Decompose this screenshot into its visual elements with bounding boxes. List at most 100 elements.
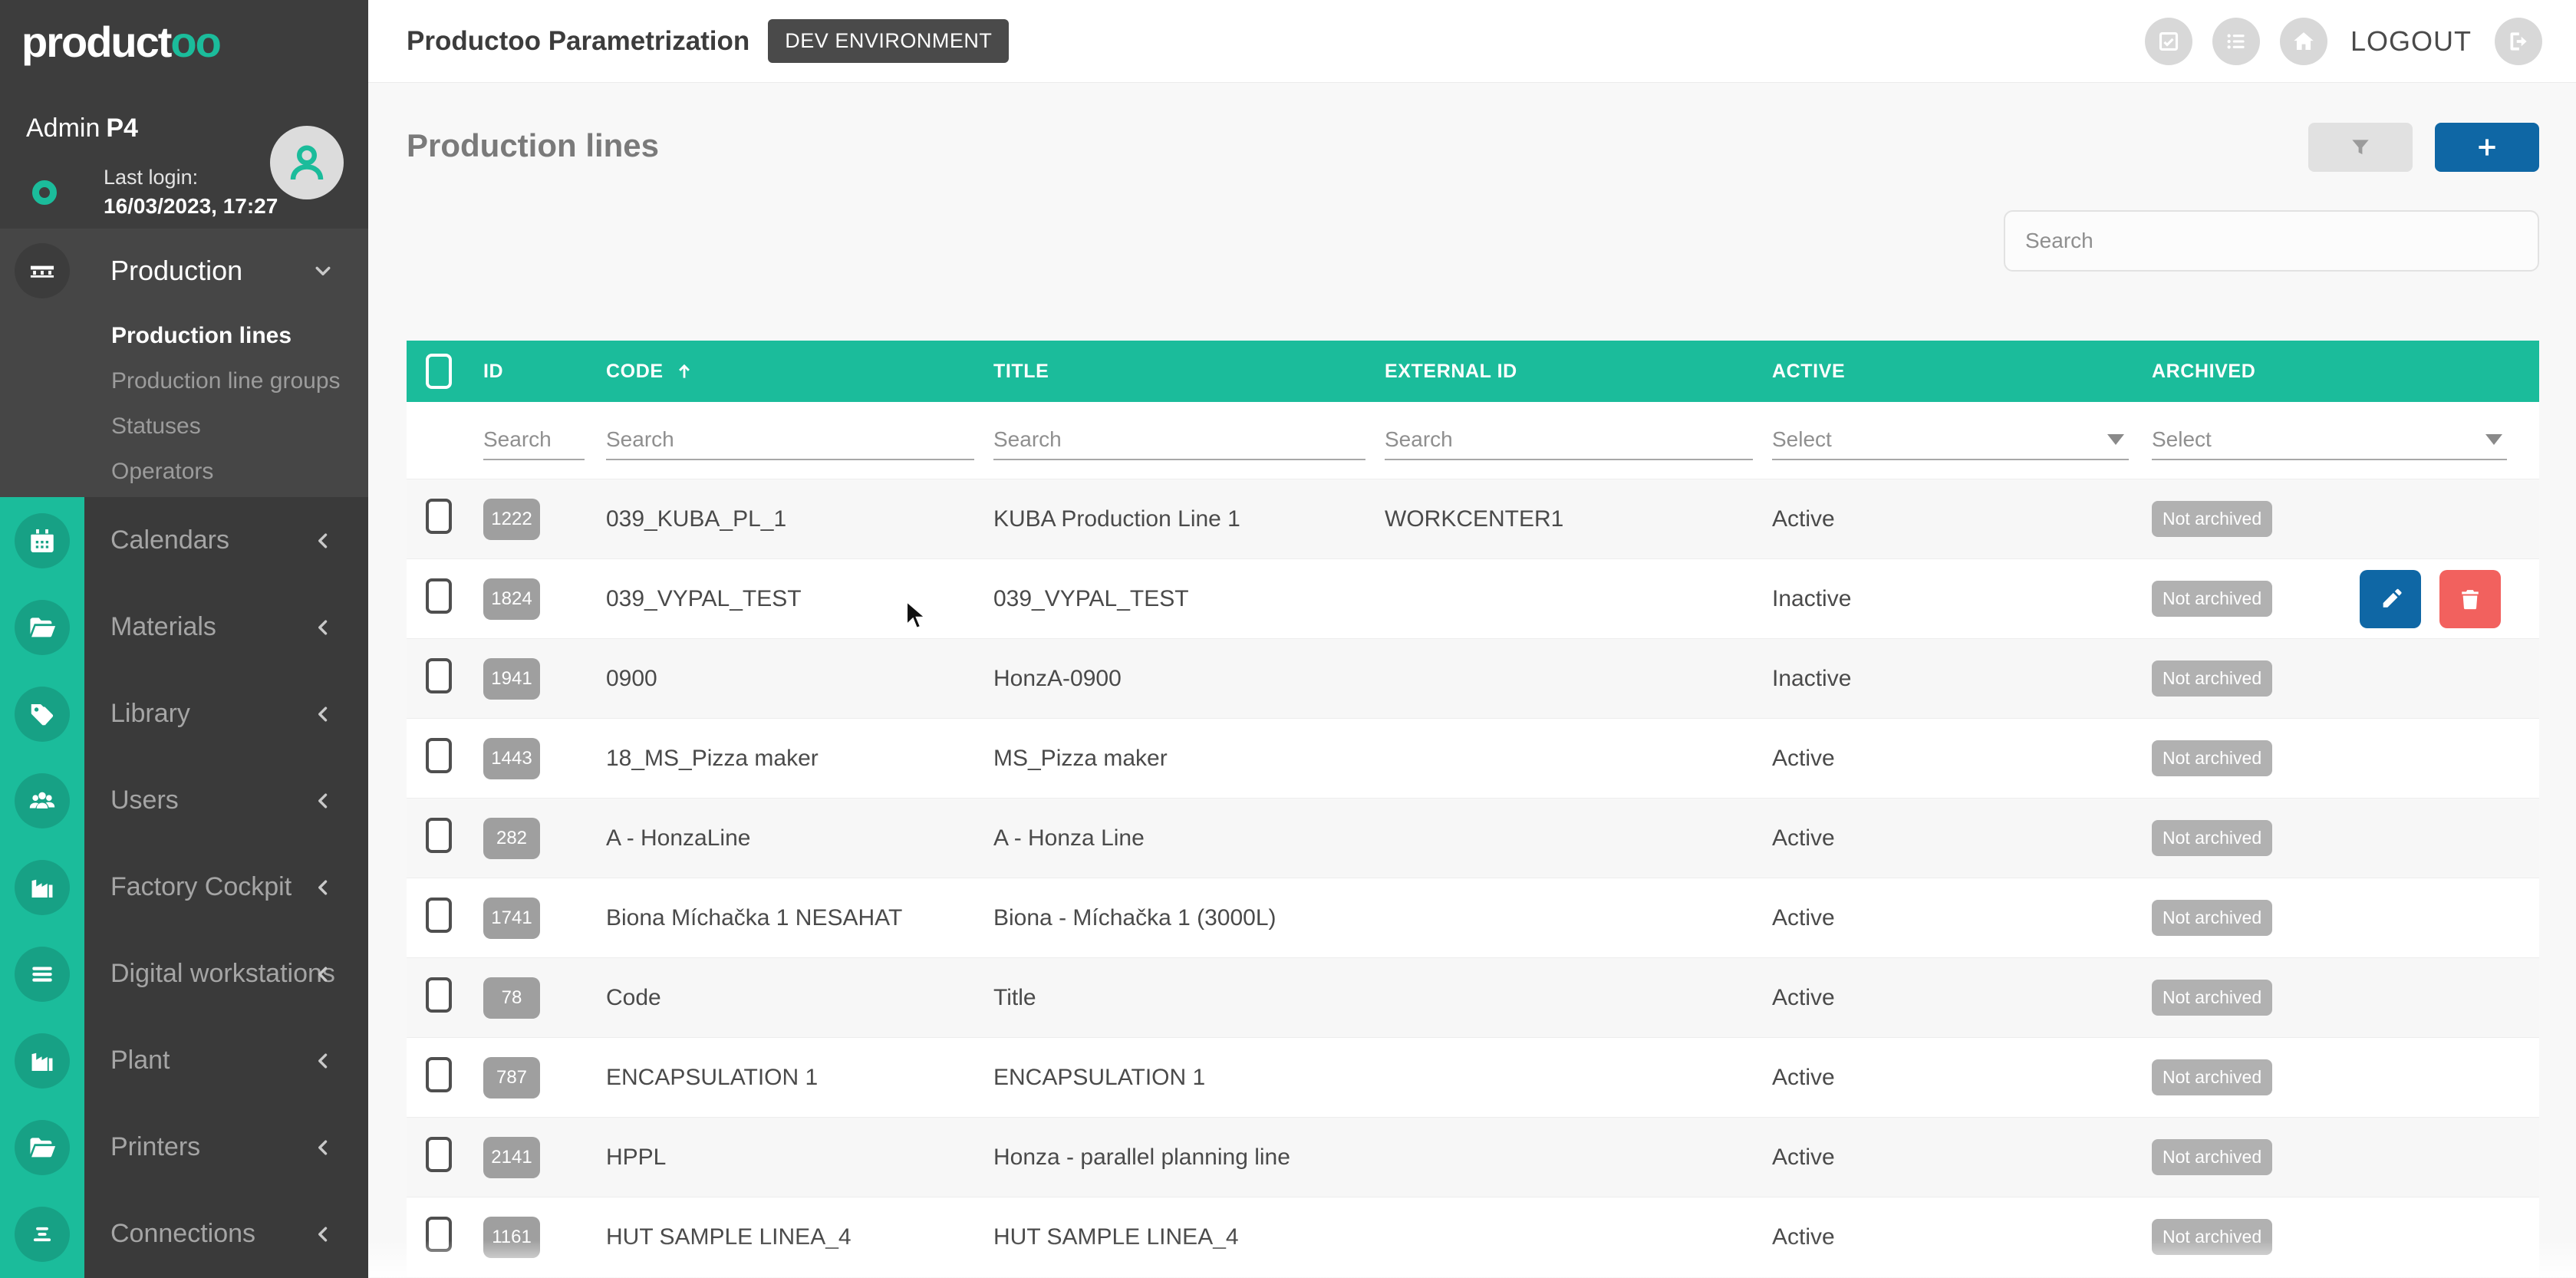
menu-lines-icon — [28, 960, 57, 989]
avatar[interactable] — [270, 126, 344, 199]
table-row[interactable]: 1222 039_KUBA_PL_1 KUBA Production Line … — [407, 479, 2539, 558]
external-id-filter-input[interactable] — [1385, 420, 1753, 460]
sidebar-item-label: Connections — [110, 1219, 255, 1249]
sidebar-subitem[interactable]: Production line groups — [0, 358, 368, 403]
row-id-badge: 1741 — [483, 898, 540, 939]
sidebar-item[interactable]: Digital workstations — [0, 931, 368, 1017]
tag-icon — [28, 700, 57, 729]
delete-button[interactable] — [2439, 570, 2501, 628]
sidebar-subitem-label: Production lines — [111, 323, 292, 349]
sidebar-item[interactable]: Users — [0, 757, 368, 844]
column-header-id[interactable]: ID — [464, 361, 606, 383]
table-row[interactable]: 1941 0900 HonzA-0900 Inactive Not archiv… — [407, 638, 2539, 718]
table-row[interactable]: 1443 18_MS_Pizza maker MS_Pizza maker Ac… — [407, 718, 2539, 798]
row-checkbox[interactable] — [426, 1217, 452, 1252]
row-checkbox[interactable] — [426, 818, 452, 853]
row-id-badge: 1824 — [483, 578, 540, 620]
row-checkbox[interactable] — [426, 738, 452, 773]
tasks-button[interactable] — [2145, 18, 2192, 65]
title-filter-input[interactable] — [993, 420, 1365, 460]
person-icon — [284, 140, 330, 186]
table-filter-row: Select Select — [407, 402, 2539, 479]
row-checkbox[interactable] — [426, 499, 452, 534]
chevron-left-icon — [310, 1048, 336, 1074]
sidebar-subitem[interactable]: Operators — [0, 449, 368, 494]
cell-code: HPPL — [606, 1145, 993, 1171]
trash-icon — [2457, 586, 2483, 612]
last-login: Last login: 16/03/2023, 17:27 — [104, 166, 278, 219]
production-submenu: Production lines Production line groups … — [0, 313, 368, 497]
archived-badge: Not archived — [2152, 820, 2272, 856]
edit-button[interactable] — [2360, 570, 2421, 628]
sidebar-item[interactable]: Factory Cockpit — [0, 844, 368, 931]
column-header-archived[interactable]: ARCHIVED — [2152, 361, 2539, 383]
row-checkbox[interactable] — [426, 658, 452, 693]
select-all-checkbox[interactable] — [426, 354, 452, 389]
archived-badge: Not archived — [2152, 980, 2272, 1016]
factory-icon — [28, 873, 57, 902]
user-name: AdminP4 — [26, 114, 138, 143]
sidebar-item[interactable]: Plant — [0, 1017, 368, 1104]
row-checkbox[interactable] — [426, 1057, 452, 1092]
archived-filter-select[interactable]: Select — [2152, 420, 2507, 460]
sidebar-item-production[interactable]: Production — [0, 229, 368, 313]
row-id-badge: 1222 — [483, 499, 540, 540]
row-checkbox[interactable] — [426, 898, 452, 933]
column-header-title[interactable]: TITLE — [993, 361, 1385, 383]
table-header-row: ID CODE TITLE EXTERNAL ID ACTIVE ARCHIVE… — [407, 341, 2539, 402]
table-row[interactable]: 2141 HPPL Honza - parallel planning line… — [407, 1117, 2539, 1197]
cell-code: 039_VYPAL_TEST — [606, 586, 993, 612]
cell-title: Biona - Míchačka 1 (3000L) — [993, 905, 1385, 931]
filter-button[interactable] — [2308, 123, 2413, 172]
table-row[interactable]: 78 Code Title Active Not archived — [407, 957, 2539, 1037]
sidebar-item[interactable]: Printers — [0, 1104, 368, 1191]
chevron-left-icon — [310, 961, 336, 987]
table-row[interactable]: 787 ENCAPSULATION 1 ENCAPSULATION 1 Acti… — [407, 1037, 2539, 1117]
cell-active: Active — [1772, 1145, 2152, 1171]
search-input[interactable] — [2025, 229, 2518, 253]
logout-button[interactable] — [2495, 18, 2542, 65]
archived-badge: Not archived — [2152, 1219, 2272, 1255]
sidebar-item[interactable]: Materials — [0, 584, 368, 670]
cell-title: ENCAPSULATION 1 — [993, 1065, 1385, 1091]
sidebar-item[interactable]: Calendars — [0, 497, 368, 584]
row-checkbox[interactable] — [426, 1137, 452, 1172]
row-checkbox[interactable] — [426, 977, 452, 1013]
table-row[interactable]: 1824 039_VYPAL_TEST 039_VYPAL_TEST Inact… — [407, 558, 2539, 638]
logo-text: product — [21, 18, 170, 66]
cell-code: HUT SAMPLE LINEA_4 — [606, 1224, 993, 1250]
funnel-icon — [2348, 135, 2373, 160]
row-actions — [2360, 570, 2501, 628]
add-button[interactable] — [2435, 123, 2539, 172]
table-row[interactable]: 1741 Biona Míchačka 1 NESAHAT Biona - Mí… — [407, 878, 2539, 957]
sidebar-item[interactable]: Connections — [0, 1191, 368, 1277]
sidebar-group-production: Production Production lines Production l… — [0, 229, 368, 497]
code-filter-input[interactable] — [606, 420, 974, 460]
home-button[interactable] — [2280, 18, 2327, 65]
logo-band: productoo — [0, 0, 368, 83]
logout-label[interactable]: LOGOUT — [2350, 25, 2472, 58]
sidebar-subitem[interactable]: Statuses — [0, 403, 368, 449]
row-id-badge: 2141 — [483, 1137, 540, 1178]
productoo-logo[interactable]: productoo — [21, 17, 220, 67]
list-button[interactable] — [2212, 18, 2260, 65]
active-filter-select[interactable]: Select — [1772, 420, 2129, 460]
column-header-external-id[interactable]: EXTERNAL ID — [1385, 361, 1772, 383]
column-header-code[interactable]: CODE — [606, 361, 993, 383]
archived-badge: Not archived — [2152, 660, 2272, 697]
id-filter-input[interactable] — [483, 420, 585, 460]
cell-code: A - HonzaLine — [606, 825, 993, 851]
cell-title: HonzA-0900 — [993, 666, 1385, 692]
sidebar-item[interactable]: Library — [0, 670, 368, 757]
table-row[interactable]: 282 A - HonzaLine A - Honza Line Active … — [407, 798, 2539, 878]
table-row[interactable]: 1161 HUT SAMPLE LINEA_4 HUT SAMPLE LINEA… — [407, 1197, 2539, 1276]
cell-code: Code — [606, 985, 993, 1011]
sidebar-subitem[interactable]: Production lines — [0, 313, 368, 358]
cell-title: A - Honza Line — [993, 825, 1385, 851]
cell-code: Biona Míchačka 1 NESAHAT — [606, 905, 993, 931]
column-header-active[interactable]: ACTIVE — [1772, 361, 2152, 383]
cell-active: Active — [1772, 905, 2152, 931]
cell-title: MS_Pizza maker — [993, 746, 1385, 772]
row-id-badge: 787 — [483, 1057, 540, 1098]
row-checkbox[interactable] — [426, 578, 452, 614]
